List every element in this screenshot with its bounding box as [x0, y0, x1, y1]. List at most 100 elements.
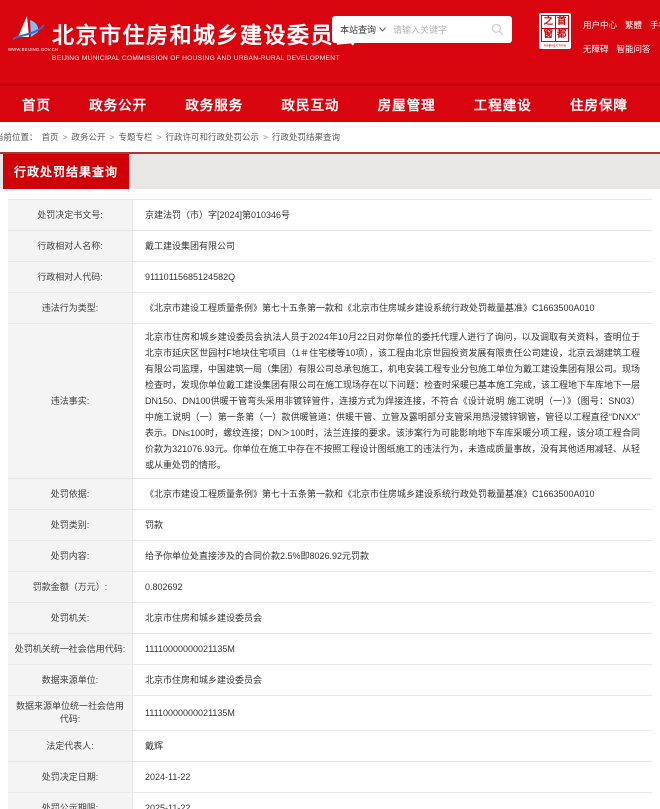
row-value-text: 2025-11-22: [145, 803, 191, 809]
breadcrumb-link[interactable]: 专题专栏: [106, 132, 153, 142]
seal-caption: Beijing·China: [544, 43, 566, 48]
table-row: 处罚公示期限: 2025-11-22: [8, 793, 652, 809]
table-row: 法定代表人: 戴辉: [8, 731, 652, 762]
table-row: 处罚决定日期: 2024-11-22: [8, 762, 652, 793]
row-value-text: 91110115685124582Q: [145, 272, 236, 282]
quick-link[interactable]: 手机版: [650, 19, 660, 31]
seal-char: 窗: [542, 29, 555, 41]
row-label: 处罚内容:: [8, 541, 133, 571]
row-value: 北京市住房和城乡建设委员会: [133, 665, 652, 695]
quick-links-row2: 无障碍 智能问答: [583, 43, 660, 55]
shoudu-zhichuang-seal[interactable]: 之 首 窗 都 Beijing·China: [539, 13, 571, 49]
breadcrumb: 当前位置： 首页政务公开专题专栏行政许可和行政处罚公示行政处罚结果查询: [0, 122, 660, 152]
quick-links-row1: 用户中心繁體手机版: [583, 19, 660, 31]
breadcrumb-link[interactable]: 首页: [42, 132, 59, 142]
table-row: 罚款金额（万元）: 0.802692: [8, 572, 652, 603]
search-icon[interactable]: [491, 23, 504, 36]
nav-item[interactable]: 工程建设: [474, 94, 532, 114]
site-title: 北京市住房和城乡建设委员会: [52, 23, 358, 48]
nav-item[interactable]: 房屋管理: [378, 94, 436, 114]
table-row: 数据来源单位统一社会信用代码: 11110000000021135M: [8, 696, 652, 731]
row-label: 法定代表人:: [8, 731, 133, 761]
row-label: 处罚决定日期:: [8, 762, 133, 792]
row-value-text: 0.802692: [145, 582, 183, 592]
row-label: 行政相对人代码:: [8, 262, 133, 292]
row-value-text: 给予你单位处直接涉及的合同价款2.5%即8026.92元罚款: [145, 551, 370, 561]
breadcrumb-link[interactable]: 行政许可和行政处罚公示: [153, 132, 259, 142]
row-label: 处罚公示期限:: [8, 793, 133, 809]
table-row: 数据来源单位: 北京市住房和城乡建设委员会: [8, 665, 652, 696]
breadcrumb-link[interactable]: 政务公开: [59, 132, 106, 142]
row-label: 处罚机关:: [8, 603, 133, 633]
quick-links: 用户中心繁體手机版 无障碍智能问答: [583, 19, 660, 67]
site-header: WWW.BEIJING.GOV.CN 北京市住房和城乡建设委员会 BEIJING…: [0, 0, 660, 84]
breadcrumb-link[interactable]: 行政处罚结果查询: [259, 132, 340, 142]
search-scope-dropdown[interactable]: 本站查询: [340, 23, 386, 36]
row-value: 《北京市建设工程质量条例》第七十五条第一款和《北京市住房城乡建设系统行政处罚裁量…: [133, 293, 652, 323]
row-label: 行政相对人名称:: [8, 231, 133, 261]
nav-item[interactable]: 政务服务: [185, 94, 243, 114]
row-value-text: 《北京市建设工程质量条例》第七十五条第一款和《北京市住房城乡建设系统行政处罚裁量…: [145, 303, 595, 313]
row-value: 91110115685124582Q: [133, 262, 652, 292]
site-logo[interactable]: WWW.BEIJING.GOV.CN: [8, 14, 58, 53]
search-scope-label: 本站查询: [340, 25, 377, 35]
row-value: 11110000000021135M: [133, 696, 652, 730]
row-value-text: 戴工建设集团有限公司: [145, 241, 236, 251]
site-search: 本站查询: [332, 16, 512, 43]
quick-link[interactable]: 用户中心: [583, 19, 617, 31]
nav-item[interactable]: 政民互动: [281, 94, 339, 114]
row-value: 《北京市建设工程质量条例》第七十五条第一款和《北京市住房城乡建设系统行政处罚裁量…: [133, 479, 652, 509]
search-input[interactable]: [393, 24, 491, 35]
table-row: 处罚决定书文号: 京建法罚（市）字[2024]第010346号: [8, 200, 652, 231]
row-value: 戴辉: [133, 731, 652, 761]
nav-item[interactable]: 首页: [22, 94, 51, 114]
row-value: 2024-11-22: [133, 762, 652, 792]
row-value-text: 北京市住房和城乡建设委员会: [145, 613, 263, 623]
table-row: 违法事实: 北京市住房和城乡建设委员会执法人员于2024年10月22日对你单位的…: [8, 324, 652, 479]
page: WWW.BEIJING.GOV.CN 北京市住房和城乡建设委员会 BEIJING…: [0, 0, 660, 809]
chevron-down-icon: [379, 27, 386, 32]
row-value: 0.802692: [133, 572, 652, 602]
quick-link[interactable]: 繁體: [625, 19, 642, 31]
row-value-text: 北京市住房和城乡建设委员会: [145, 675, 263, 685]
sail-logo-icon: [12, 16, 45, 40]
table-row: 处罚机关: 北京市住房和城乡建设委员会: [8, 603, 652, 634]
table-row: 行政相对人名称: 戴工建设集团有限公司: [8, 231, 652, 262]
nav-item[interactable]: 政务公开: [89, 94, 147, 114]
row-value: 11110000000021135M: [133, 634, 652, 664]
site-titles: 北京市住房和城乡建设委员会 BEIJING MUNICIPAL COMMISSI…: [52, 18, 358, 62]
table-row: 违法行为类型: 《北京市建设工程质量条例》第七十五条第一款和《北京市住房城乡建设…: [8, 293, 652, 324]
table-row: 处罚机关统一社会信用代码: 11110000000021135M: [8, 634, 652, 665]
row-label: 处罚机关统一社会信用代码:: [8, 634, 133, 664]
row-value-text: 11110000000021135M: [145, 644, 235, 654]
row-value-text: 2024-11-22: [145, 772, 191, 782]
main-nav: 首页 政务公开 政务服务 政民互动 房屋管理 工程建设 住房保障: [0, 84, 660, 122]
row-value: 罚款: [133, 510, 652, 540]
row-label: 数据来源单位:: [8, 665, 133, 695]
row-label: 处罚类别:: [8, 510, 133, 540]
seal-char: 都: [555, 29, 568, 41]
row-label: 处罚决定书文号:: [8, 200, 133, 230]
row-label: 罚款金额（万元）:: [8, 572, 133, 602]
quick-link[interactable]: 无障碍: [583, 43, 609, 55]
row-value: 2025-11-22: [133, 793, 652, 809]
table-row: 处罚类别: 罚款: [8, 510, 652, 541]
row-value-text: 罚款: [145, 520, 164, 530]
tab-penalty-results-query[interactable]: 行政处罚结果查询: [3, 154, 129, 189]
row-value: 北京市住房和城乡建设委员会执法人员于2024年10月22日对你单位的委托代理人进…: [133, 324, 652, 478]
row-value-text: 11110000000021135M: [145, 708, 235, 718]
row-value-text: 京建法罚（市）字[2024]第010346号: [145, 210, 291, 220]
breadcrumb-label: 当前位置：: [0, 132, 38, 142]
penalty-detail-table: 处罚决定书文号: 京建法罚（市）字[2024]第010346号 行政相对人名称:…: [8, 199, 652, 809]
nav-item[interactable]: 住房保障: [570, 94, 628, 114]
row-value: 戴工建设集团有限公司: [133, 231, 652, 261]
row-label: 处罚依据:: [8, 479, 133, 509]
row-value: 给予你单位处直接涉及的合同价款2.5%即8026.92元罚款: [133, 541, 652, 571]
section-tabstrip: 行政处罚结果查询: [0, 154, 660, 189]
row-label: 违法事实:: [8, 324, 133, 478]
quick-link[interactable]: 智能问答: [617, 43, 651, 55]
seal-characters: 之 首 窗 都: [541, 15, 569, 42]
row-value-text: 戴辉: [145, 741, 164, 751]
seal-char: 之: [542, 16, 555, 28]
table-row: 行政相对人代码: 91110115685124582Q: [8, 262, 652, 293]
